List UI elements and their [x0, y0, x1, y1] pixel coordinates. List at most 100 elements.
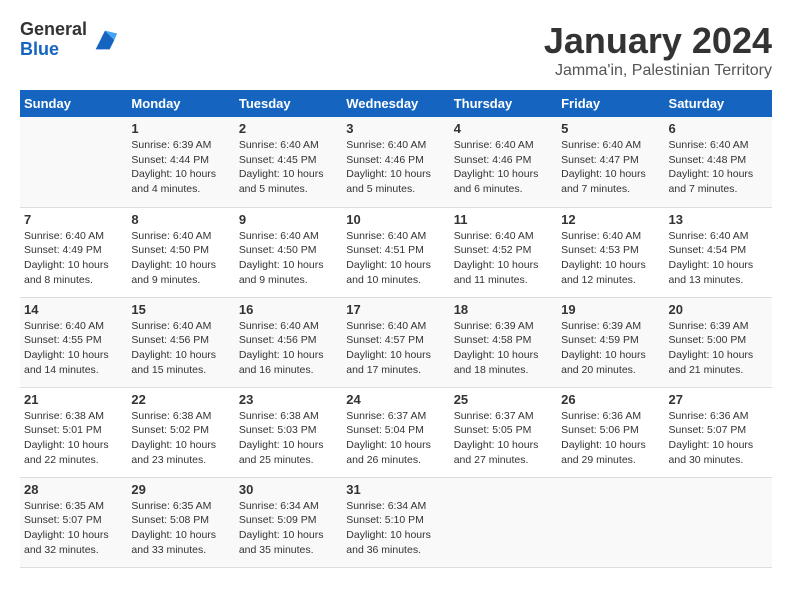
day-number: 1: [131, 121, 230, 136]
day-number: 5: [561, 121, 660, 136]
day-number: 19: [561, 302, 660, 317]
day-detail: Sunrise: 6:40 AMSunset: 4:47 PMDaylight:…: [561, 138, 660, 197]
day-detail: Sunrise: 6:38 AMSunset: 5:01 PMDaylight:…: [24, 409, 123, 468]
day-detail: Sunrise: 6:35 AMSunset: 5:08 PMDaylight:…: [131, 499, 230, 558]
header-sunday: Sunday: [20, 90, 127, 117]
day-number: 18: [454, 302, 553, 317]
week-row-2: 7 Sunrise: 6:40 AMSunset: 4:49 PMDaylight…: [20, 207, 772, 297]
week-row-4: 21 Sunrise: 6:38 AMSunset: 5:01 PMDayligh…: [20, 387, 772, 477]
day-number: 2: [239, 121, 338, 136]
day-detail: Sunrise: 6:40 AMSunset: 4:50 PMDaylight:…: [131, 229, 230, 288]
calendar-cell: 22 Sunrise: 6:38 AMSunset: 5:02 PMDayligh…: [127, 387, 234, 477]
day-number: 21: [24, 392, 123, 407]
day-detail: Sunrise: 6:40 AMSunset: 4:56 PMDaylight:…: [239, 319, 338, 378]
calendar-cell: 18 Sunrise: 6:39 AMSunset: 4:58 PMDayligh…: [450, 297, 557, 387]
day-detail: Sunrise: 6:40 AMSunset: 4:56 PMDaylight:…: [131, 319, 230, 378]
day-number: 24: [346, 392, 445, 407]
calendar-cell: 1 Sunrise: 6:39 AMSunset: 4:44 PMDaylight…: [127, 117, 234, 207]
calendar-cell: 28 Sunrise: 6:35 AMSunset: 5:07 PMDayligh…: [20, 477, 127, 567]
day-number: 11: [454, 212, 553, 227]
day-number: 28: [24, 482, 123, 497]
title-area: January 2024 Jamma'in, Palestinian Terri…: [544, 20, 772, 80]
subtitle: Jamma'in, Palestinian Territory: [544, 62, 772, 80]
week-row-1: 1 Sunrise: 6:39 AMSunset: 4:44 PMDaylight…: [20, 117, 772, 207]
day-number: 30: [239, 482, 338, 497]
day-detail: Sunrise: 6:40 AMSunset: 4:57 PMDaylight:…: [346, 319, 445, 378]
day-number: 20: [669, 302, 768, 317]
calendar-cell: 2 Sunrise: 6:40 AMSunset: 4:45 PMDaylight…: [235, 117, 342, 207]
day-number: 22: [131, 392, 230, 407]
day-detail: Sunrise: 6:40 AMSunset: 4:48 PMDaylight:…: [669, 138, 768, 197]
calendar-cell: 19 Sunrise: 6:39 AMSunset: 4:59 PMDayligh…: [557, 297, 664, 387]
day-number: 3: [346, 121, 445, 136]
header-tuesday: Tuesday: [235, 90, 342, 117]
calendar-cell: 26Sunrise: 6:36 AMSunset: 5:06 PMDayligh…: [557, 387, 664, 477]
calendar-cell: 23 Sunrise: 6:38 AMSunset: 5:03 PMDayligh…: [235, 387, 342, 477]
calendar-cell: 7 Sunrise: 6:40 AMSunset: 4:49 PMDaylight…: [20, 207, 127, 297]
day-detail: Sunrise: 6:36 AMSunset: 5:06 PMDaylight:…: [561, 409, 660, 468]
day-detail: Sunrise: 6:34 AMSunset: 5:10 PMDaylight:…: [346, 499, 445, 558]
day-number: 25: [454, 392, 553, 407]
day-number: 17: [346, 302, 445, 317]
logo-blue: Blue: [20, 40, 87, 60]
logo-general: General: [20, 20, 87, 40]
day-number: 10: [346, 212, 445, 227]
header-friday: Friday: [557, 90, 664, 117]
day-number: 16: [239, 302, 338, 317]
calendar-cell: 4 Sunrise: 6:40 AMSunset: 4:46 PMDaylight…: [450, 117, 557, 207]
header-saturday: Saturday: [665, 90, 772, 117]
day-detail: Sunrise: 6:40 AMSunset: 4:51 PMDaylight:…: [346, 229, 445, 288]
day-detail: Sunrise: 6:40 AMSunset: 4:49 PMDaylight:…: [24, 229, 123, 288]
calendar-cell: [20, 117, 127, 207]
calendar-cell: 10 Sunrise: 6:40 AMSunset: 4:51 PMDayligh…: [342, 207, 449, 297]
calendar-cell: 24Sunrise: 6:37 AMSunset: 5:04 PMDayligh…: [342, 387, 449, 477]
day-detail: Sunrise: 6:37 AMSunset: 5:05 PMDaylight:…: [454, 409, 553, 468]
day-detail: Sunrise: 6:38 AMSunset: 5:02 PMDaylight:…: [131, 409, 230, 468]
calendar-cell: 6 Sunrise: 6:40 AMSunset: 4:48 PMDaylight…: [665, 117, 772, 207]
calendar-cell: 16 Sunrise: 6:40 AMSunset: 4:56 PMDayligh…: [235, 297, 342, 387]
calendar-cell: 9 Sunrise: 6:40 AMSunset: 4:50 PMDaylight…: [235, 207, 342, 297]
day-number: 8: [131, 212, 230, 227]
main-title: January 2024: [544, 20, 772, 62]
day-detail: Sunrise: 6:38 AMSunset: 5:03 PMDaylight:…: [239, 409, 338, 468]
calendar-cell: 17 Sunrise: 6:40 AMSunset: 4:57 PMDayligh…: [342, 297, 449, 387]
day-detail: Sunrise: 6:40 AMSunset: 4:45 PMDaylight:…: [239, 138, 338, 197]
logo-icon: [91, 26, 119, 54]
day-number: 29: [131, 482, 230, 497]
calendar-cell: 5 Sunrise: 6:40 AMSunset: 4:47 PMDaylight…: [557, 117, 664, 207]
day-number: 7: [24, 212, 123, 227]
day-number: 23: [239, 392, 338, 407]
calendar-cell: 14Sunrise: 6:40 AMSunset: 4:55 PMDayligh…: [20, 297, 127, 387]
calendar-cell: 31 Sunrise: 6:34 AMSunset: 5:10 PMDayligh…: [342, 477, 449, 567]
calendar-cell: 29 Sunrise: 6:35 AMSunset: 5:08 PMDayligh…: [127, 477, 234, 567]
day-number: 27: [669, 392, 768, 407]
header-row: SundayMondayTuesdayWednesdayThursdayFrid…: [20, 90, 772, 117]
header-monday: Monday: [127, 90, 234, 117]
day-detail: Sunrise: 6:39 AMSunset: 4:58 PMDaylight:…: [454, 319, 553, 378]
day-detail: Sunrise: 6:40 AMSunset: 4:50 PMDaylight:…: [239, 229, 338, 288]
calendar-cell: [665, 477, 772, 567]
day-detail: Sunrise: 6:39 AMSunset: 4:44 PMDaylight:…: [131, 138, 230, 197]
calendar-cell: 12Sunrise: 6:40 AMSunset: 4:53 PMDayligh…: [557, 207, 664, 297]
day-detail: Sunrise: 6:40 AMSunset: 4:46 PMDaylight:…: [346, 138, 445, 197]
calendar-cell: [450, 477, 557, 567]
calendar-cell: 30Sunrise: 6:34 AMSunset: 5:09 PMDayligh…: [235, 477, 342, 567]
day-number: 15: [131, 302, 230, 317]
calendar-cell: 25 Sunrise: 6:37 AMSunset: 5:05 PMDayligh…: [450, 387, 557, 477]
calendar-cell: 27 Sunrise: 6:36 AMSunset: 5:07 PMDayligh…: [665, 387, 772, 477]
day-detail: Sunrise: 6:36 AMSunset: 5:07 PMDaylight:…: [669, 409, 768, 468]
day-detail: Sunrise: 6:35 AMSunset: 5:07 PMDaylight:…: [24, 499, 123, 558]
day-detail: Sunrise: 6:40 AMSunset: 4:53 PMDaylight:…: [561, 229, 660, 288]
header-thursday: Thursday: [450, 90, 557, 117]
day-detail: Sunrise: 6:40 AMSunset: 4:46 PMDaylight:…: [454, 138, 553, 197]
calendar-table: SundayMondayTuesdayWednesdayThursdayFrid…: [20, 90, 772, 568]
day-detail: Sunrise: 6:39 AMSunset: 4:59 PMDaylight:…: [561, 319, 660, 378]
week-row-3: 14Sunrise: 6:40 AMSunset: 4:55 PMDayligh…: [20, 297, 772, 387]
calendar-cell: 8 Sunrise: 6:40 AMSunset: 4:50 PMDaylight…: [127, 207, 234, 297]
calendar-cell: 3 Sunrise: 6:40 AMSunset: 4:46 PMDaylight…: [342, 117, 449, 207]
day-number: 9: [239, 212, 338, 227]
day-number: 6: [669, 121, 768, 136]
day-number: 4: [454, 121, 553, 136]
calendar-cell: 15 Sunrise: 6:40 AMSunset: 4:56 PMDayligh…: [127, 297, 234, 387]
day-number: 31: [346, 482, 445, 497]
